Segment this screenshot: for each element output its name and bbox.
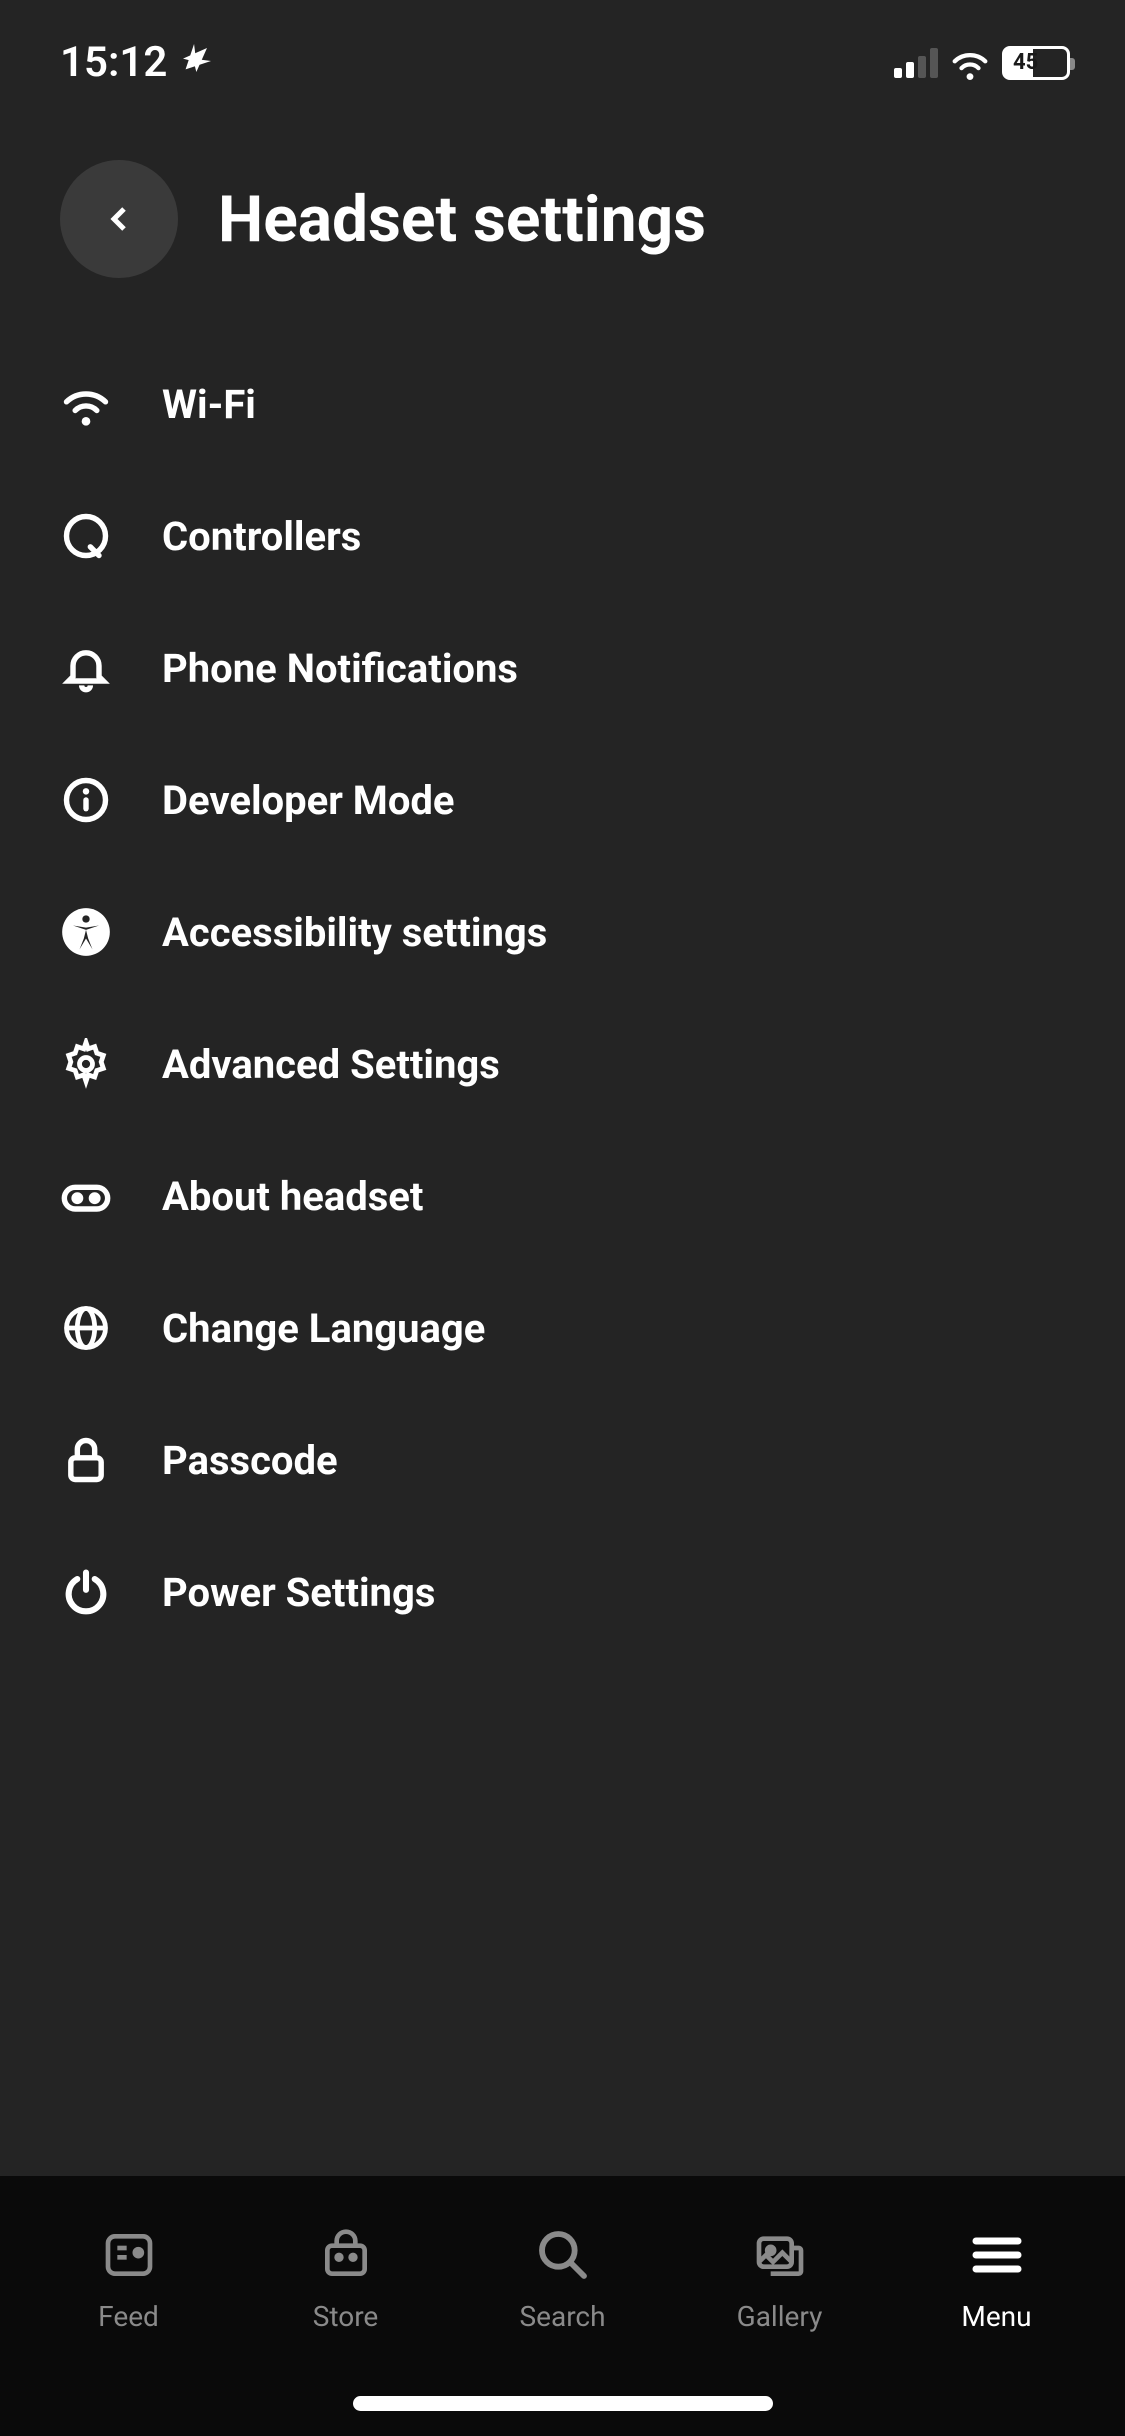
globe-icon [60, 1302, 112, 1354]
controller-icon [60, 510, 112, 562]
wifi-status-icon [948, 46, 992, 80]
settings-label: Accessibility settings [162, 909, 547, 956]
settings-item-language[interactable]: Change Language [60, 1262, 1065, 1394]
store-icon [316, 2225, 376, 2285]
accessibility-icon [60, 906, 112, 958]
header: Headset settings [0, 110, 1125, 318]
settings-item-developer[interactable]: Developer Mode [60, 734, 1065, 866]
nav-item-feed[interactable]: Feed [20, 2225, 237, 2333]
settings-item-advanced[interactable]: Advanced Settings [60, 998, 1065, 1130]
nav-label: Menu [961, 2300, 1031, 2333]
settings-item-about[interactable]: About headset [60, 1130, 1065, 1262]
status-left: 15:12 [60, 38, 211, 87]
settings-item-controllers[interactable]: Controllers [60, 470, 1065, 602]
headset-icon [60, 1170, 112, 1222]
nav-label: Gallery [737, 2300, 823, 2333]
settings-item-power[interactable]: Power Settings [60, 1526, 1065, 1658]
nav-item-gallery[interactable]: Gallery [671, 2225, 888, 2333]
chevron-left-icon [99, 199, 139, 239]
gear-icon [60, 1038, 112, 1090]
settings-item-passcode[interactable]: Passcode [60, 1394, 1065, 1526]
settings-list: Wi-Fi Controllers Phone Notifications [0, 318, 1125, 2176]
settings-label: About headset [162, 1173, 423, 1220]
lock-icon [60, 1434, 112, 1486]
back-button[interactable] [60, 160, 178, 278]
location-icon [179, 38, 211, 87]
page-title: Headset settings [218, 182, 706, 257]
status-right: 45 [894, 46, 1070, 80]
settings-label: Controllers [162, 513, 361, 560]
settings-label: Power Settings [162, 1569, 435, 1616]
nav-label: Store [313, 2300, 379, 2333]
wifi-icon [60, 378, 112, 430]
info-icon [60, 774, 112, 826]
status-bar: 15:12 45 [0, 0, 1125, 110]
home-indicator[interactable] [353, 2396, 773, 2411]
battery-icon: 45 [1002, 46, 1070, 80]
settings-item-wifi[interactable]: Wi-Fi [60, 338, 1065, 470]
search-icon [533, 2225, 593, 2285]
bell-icon [60, 642, 112, 694]
settings-label: Developer Mode [162, 777, 455, 824]
menu-icon [967, 2225, 1027, 2285]
settings-label: Phone Notifications [162, 645, 518, 692]
settings-label: Advanced Settings [162, 1041, 500, 1088]
nav-item-store[interactable]: Store [237, 2225, 454, 2333]
power-icon [60, 1566, 112, 1618]
status-time: 15:12 [60, 38, 167, 87]
nav-item-menu[interactable]: Menu [888, 2225, 1105, 2333]
settings-label: Change Language [162, 1305, 485, 1352]
settings-label: Wi-Fi [162, 381, 256, 428]
settings-item-accessibility[interactable]: Accessibility settings [60, 866, 1065, 998]
nav-item-search[interactable]: Search [454, 2225, 671, 2333]
settings-item-notifications[interactable]: Phone Notifications [60, 602, 1065, 734]
nav-label: Feed [98, 2300, 159, 2333]
gallery-icon [750, 2225, 810, 2285]
feed-icon [99, 2225, 159, 2285]
settings-label: Passcode [162, 1437, 338, 1484]
cellular-signal-icon [894, 48, 938, 78]
nav-label: Search [519, 2300, 605, 2333]
